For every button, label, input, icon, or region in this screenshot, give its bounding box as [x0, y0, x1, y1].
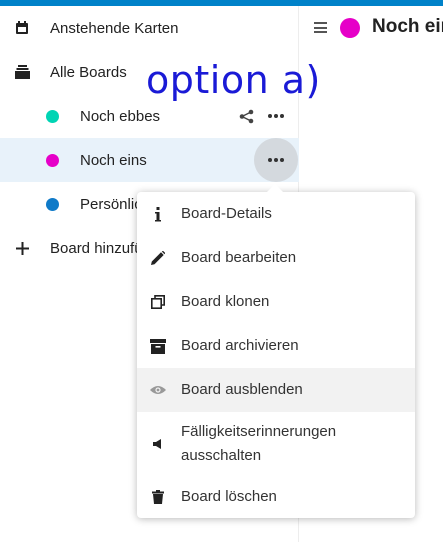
page-title: Noch eins [372, 16, 443, 37]
menu-item-label: Board-Details [181, 205, 272, 222]
board-actions-popover: Board-Details Board bearbeiten Board klo… [137, 184, 415, 518]
menu-item-mute-due-reminders[interactable]: Fälligkeitserinnerungen ausschalten [137, 412, 415, 476]
board-color-dot [46, 197, 59, 211]
mute-icon [150, 436, 166, 452]
pencil-icon [150, 250, 166, 266]
board-color-dot [46, 109, 59, 123]
sidebar-item-label: Board hinzufü [50, 239, 143, 257]
eye-icon [150, 382, 166, 398]
menu-item-label: Board archivieren [181, 337, 299, 354]
board-actions-menu-button[interactable] [254, 138, 298, 182]
more-actions-icon [268, 158, 284, 162]
clone-icon [150, 294, 166, 310]
sidebar-item-upcoming-cards[interactable]: Anstehende Karten [0, 6, 299, 50]
share-icon[interactable] [235, 105, 257, 127]
menu-item-clone-board[interactable]: Board klonen [137, 280, 415, 324]
menu-item-delete-board[interactable]: Board löschen [137, 476, 415, 518]
more-actions-icon[interactable] [265, 105, 287, 127]
main-header: Noch eins [300, 6, 443, 50]
info-icon [150, 206, 166, 222]
menu-item-board-details[interactable]: Board-Details [137, 192, 415, 236]
menu-item-label: Board löschen [181, 488, 277, 505]
sidebar-item-label: Anstehende Karten [50, 19, 179, 37]
board-color-dot [46, 153, 59, 167]
menu-item-label: Board bearbeiten [181, 249, 297, 266]
sidebar-item-label: Noch ebbes [80, 107, 161, 125]
hamburger-menu-icon[interactable] [314, 22, 327, 33]
menu-item-archive-board[interactable]: Board archivieren [137, 324, 415, 368]
calendar-icon [14, 20, 30, 36]
annotation-text: option a) [146, 58, 321, 102]
plus-icon [14, 240, 30, 256]
archive-stack-icon [14, 64, 30, 80]
menu-item-label: Fälligkeitserinnerungen ausschalten [181, 423, 337, 464]
menu-item-label: Board klonen [181, 293, 270, 310]
sidebar-item-label: Alle Boards [50, 63, 127, 81]
board-color-dot [340, 18, 360, 38]
menu-item-hide-board[interactable]: Board ausblenden [137, 368, 415, 412]
menu-item-edit-board[interactable]: Board bearbeiten [137, 236, 415, 280]
sidebar-item-label: Persönlic [80, 195, 142, 213]
menu-item-label: Board ausblenden [181, 381, 303, 398]
sidebar-item-label: Noch eins [80, 151, 147, 169]
archive-icon [150, 338, 166, 354]
trash-icon [150, 489, 166, 505]
